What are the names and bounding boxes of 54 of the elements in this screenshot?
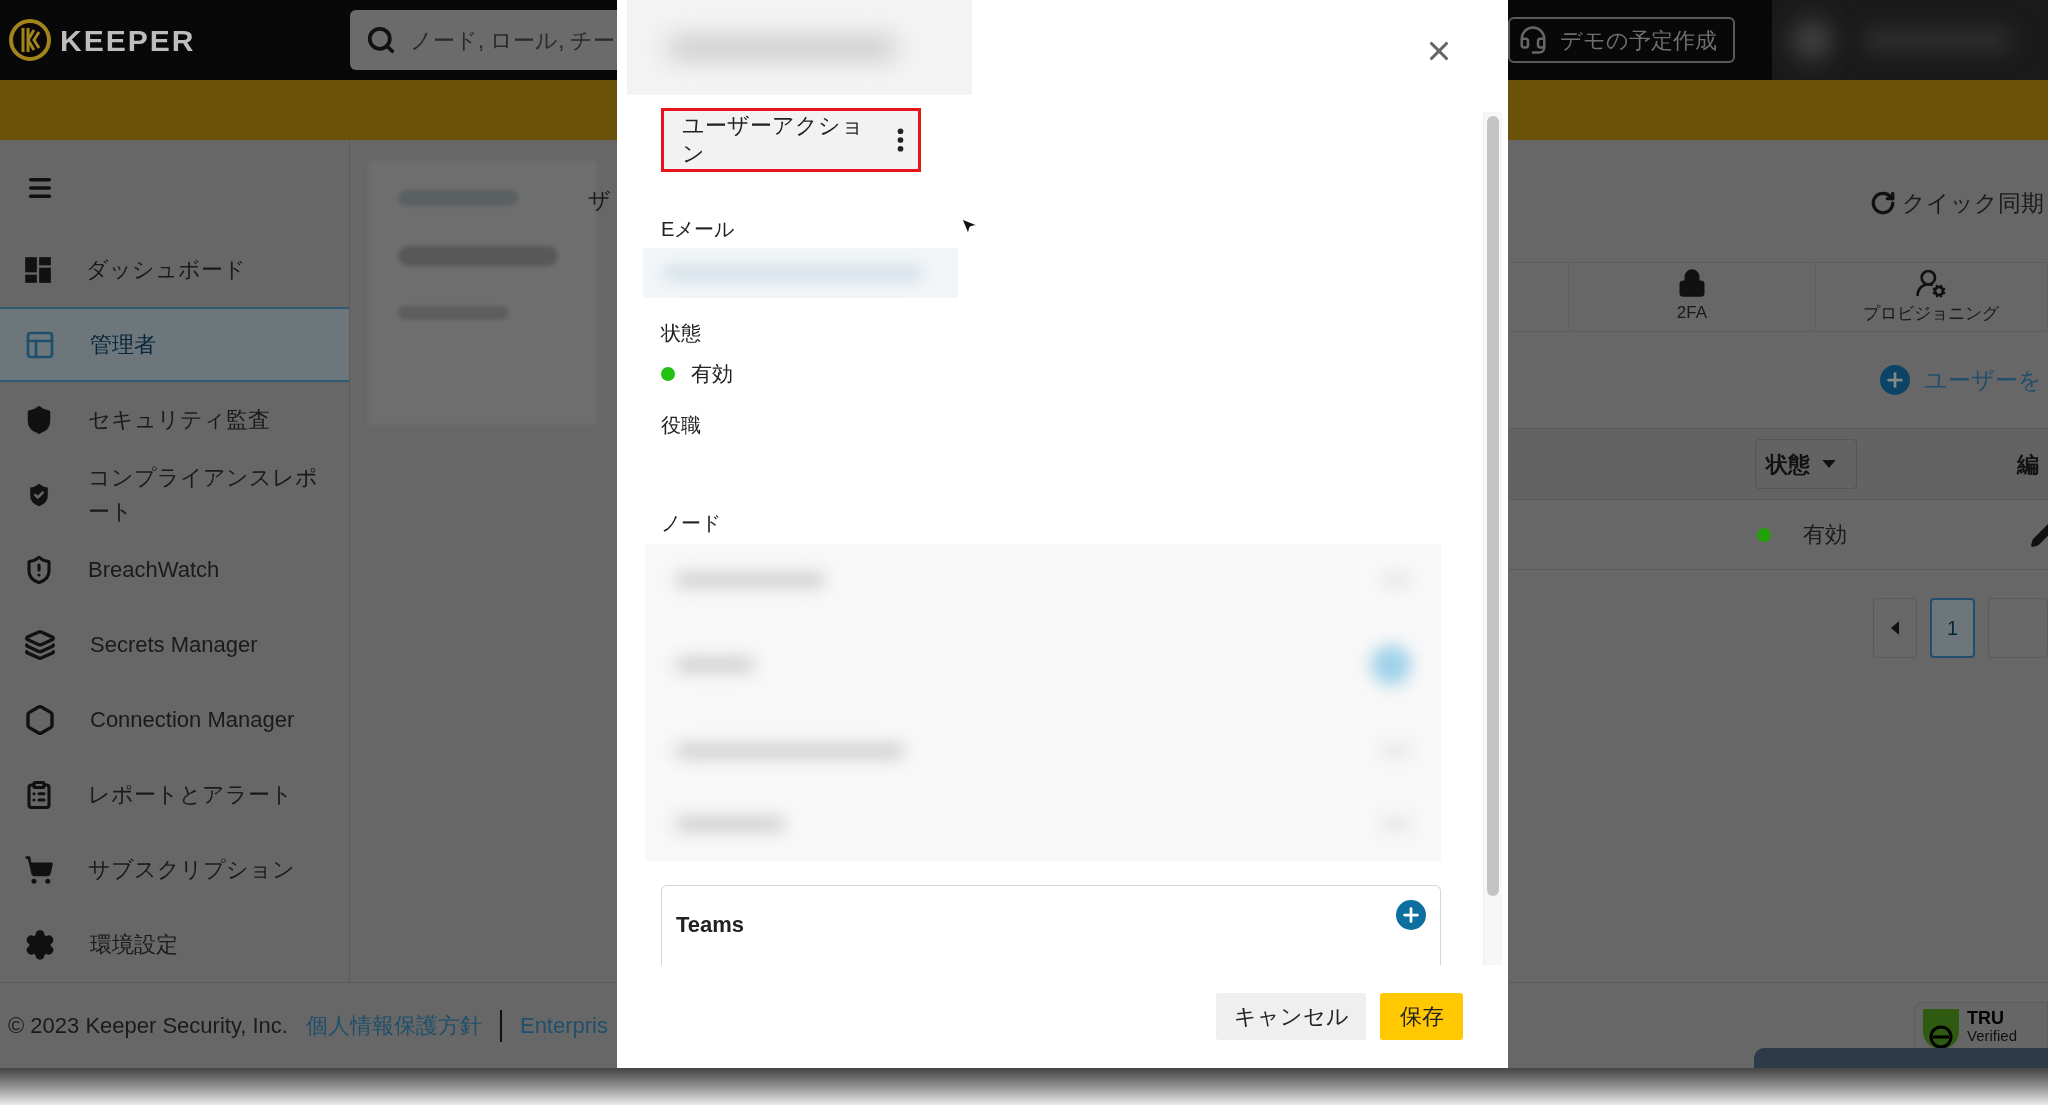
status-text: 有効	[691, 361, 733, 387]
add-icon	[1880, 365, 1910, 395]
tab[interactable]: プロビジョニング	[1815, 263, 2048, 331]
sidebar-item[interactable]: コンプライアンスレポート	[0, 457, 349, 532]
cart-icon	[24, 854, 54, 885]
copyright-text: © 2023 Keeper Security, Inc.	[8, 1012, 288, 1040]
breadcrumb-text: ザ	[588, 187, 611, 215]
logo-icon	[8, 18, 52, 62]
save-button[interactable]: 保存	[1380, 993, 1463, 1040]
badge-title: TRU	[1967, 1009, 2005, 1027]
search-icon	[366, 25, 396, 55]
sidebar-item[interactable]: 管理者	[0, 307, 349, 382]
page-button[interactable]: 1	[1930, 598, 1975, 658]
sidebar-item[interactable]: ダッシュボード	[0, 232, 349, 307]
field-label: 役職	[661, 412, 701, 438]
add-team-icon[interactable]	[1396, 899, 1426, 930]
field-label: ノード	[661, 510, 721, 536]
enterprise-link[interactable]: Enterpris	[519, 1009, 608, 1042]
sidebar-item[interactable]: サブスクリプション	[0, 832, 349, 907]
column-header: 編	[2017, 450, 2039, 479]
sidebar-item[interactable]: Connection Manager	[0, 682, 349, 757]
hexagon-icon	[24, 703, 56, 736]
user-action-button[interactable]: ユーザーアクション	[661, 108, 921, 172]
badge-subtitle: Verified	[1967, 1027, 2018, 1045]
user-sync-icon	[1915, 267, 1948, 300]
tab[interactable]: 2FA	[1569, 263, 1816, 331]
sidebar-item[interactable]: BreachWatch	[0, 532, 349, 607]
sidebar-item[interactable]: Secrets Manager	[0, 607, 349, 682]
add-user-link[interactable]: ユーザーを	[1924, 362, 2042, 398]
headset-icon	[1518, 25, 1548, 55]
field-label: Eメール	[661, 217, 735, 242]
status-text: 有効	[1803, 521, 1847, 549]
shield-icon	[24, 554, 54, 585]
layers-icon	[24, 628, 56, 661]
previous-page-button[interactable]	[1873, 598, 1918, 658]
sidebar-item[interactable]: レポートとアラート	[0, 757, 349, 832]
field-label: 状態	[661, 321, 701, 346]
teams-title: Teams	[676, 910, 745, 939]
sidebar-item[interactable]: セキュリティ監査	[0, 382, 349, 457]
clipboard-icon	[24, 779, 54, 810]
status-column-header[interactable]: 状態	[1755, 439, 1857, 489]
refresh-icon	[1870, 190, 1896, 216]
search-field[interactable]: ノード, ロール, チー	[410, 23, 698, 57]
caret-icon	[1822, 460, 1836, 468]
badge-logo-icon	[1921, 1009, 1961, 1049]
logo-text: KEEPER	[60, 22, 196, 59]
quick-sync-button[interactable]: クイック同期	[1870, 188, 2044, 218]
cancel-button[interactable]: キャンセル	[1216, 993, 1366, 1040]
more-icon	[897, 128, 904, 152]
sidebar-item[interactable]: 環境設定	[0, 907, 349, 982]
caret-left-icon	[1891, 621, 1900, 635]
demo-button[interactable]: デモの予定作成	[1508, 17, 1735, 63]
privacy-link[interactable]: 個人情報保護方針	[305, 1009, 482, 1042]
dashboard-icon	[24, 255, 52, 284]
